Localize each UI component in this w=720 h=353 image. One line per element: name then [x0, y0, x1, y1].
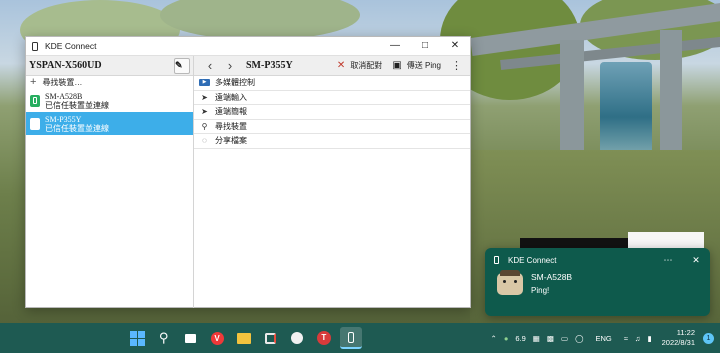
plugin-remote-input[interactable]: ➤ 遠端輸入 [194, 91, 470, 105]
kde-connect-window: KDE Connect — □ ✕ YSPAN-X560UD ✎ + 尋找裝置…… [25, 36, 471, 308]
phone-ping-icon: ▣ [392, 60, 402, 71]
this-device-name: YSPAN-X560UD [29, 60, 102, 71]
more-options-icon[interactable]: ⋯ [654, 255, 682, 266]
device-status: 已信任裝置並連線 [45, 100, 109, 110]
wifi-icon[interactable]: ≈ [624, 334, 628, 343]
language-indicator[interactable]: ENG [595, 334, 611, 343]
t-app-icon: T [316, 331, 331, 345]
plugin-remote-presentation[interactable]: ➤ 遠端簡報 [194, 105, 470, 120]
device-name: SM-P355Y [45, 114, 82, 124]
find-devices-label: 尋找裝置… [42, 78, 83, 87]
device-item-sm-p355y[interactable]: SM-P355Y 已信任裝置並連線 [26, 112, 193, 135]
shield-icon[interactable]: ● [504, 334, 509, 343]
taskbar: ⚲ V T ⌃ ● 6.9 ▦ ▩ ▭ ◯ ENG ≈ ♫ ▮ 11:22 20… [0, 323, 720, 353]
3d-app-taskbar-button[interactable] [286, 327, 308, 349]
clock-date: 2022/8/31 [661, 338, 695, 347]
search-icon: ⚲ [158, 330, 169, 345]
plus-icon: + [30, 76, 37, 88]
maximize-button[interactable]: □ [410, 37, 440, 55]
system-tray: ⌃ ● 6.9 ▦ ▩ ▭ ◯ ENG ≈ ♫ ▮ 11:22 2022/8/3… [484, 323, 714, 353]
clock-time: 11:22 [676, 328, 695, 337]
device-avatar [497, 269, 523, 295]
unplug-icon: ✕ [336, 60, 346, 71]
notification-body: Ping! [531, 286, 550, 295]
device-status: 已信任裝置並連線 [45, 123, 109, 133]
rename-device-button[interactable]: ✎ [174, 57, 190, 74]
plugin-label: 多媒體控制 [215, 78, 255, 88]
device-list-panel: YSPAN-X560UD ✎ + 尋找裝置… SM-A528B 已信任裝置並連線 [26, 56, 194, 308]
close-button[interactable]: ✕ [440, 37, 470, 55]
cube-icon [291, 332, 304, 344]
close-notification-button[interactable]: ✕ [682, 255, 710, 266]
cursor-icon: ➤ [201, 92, 208, 102]
search-button[interactable]: ⚲ [153, 327, 175, 349]
battery-text[interactable]: 6.9 [515, 334, 525, 343]
kde-connect-app-icon [494, 256, 499, 264]
device-item-sm-a528b[interactable]: SM-A528B 已信任裝置並連線 [26, 89, 193, 112]
pencil-icon: ✎ [175, 60, 183, 70]
title-bar[interactable]: KDE Connect — □ ✕ [26, 37, 470, 55]
snipping-icon [264, 332, 276, 344]
media-control-icon: ▶ [199, 79, 210, 87]
unpair-button[interactable]: ✕ 取消配對 [337, 60, 382, 71]
minimize-button[interactable]: — [380, 37, 410, 55]
plugin-label: 尋找裝置 [215, 121, 247, 131]
notification-title: SM-A528B [531, 272, 573, 282]
device-name: SM-A528B [45, 91, 83, 101]
plugin-share-files[interactable]: ◌ 分享檔案 [194, 134, 470, 149]
task-view-button[interactable] [179, 327, 201, 349]
chevron-up-icon[interactable]: ⌃ [491, 334, 497, 343]
more-options-icon[interactable]: ⋮ [451, 59, 462, 72]
plugin-label: 分享檔案 [215, 136, 247, 146]
volume-icon[interactable]: ♫ [635, 334, 641, 343]
kde-connect-taskbar-button[interactable] [339, 327, 362, 349]
send-ping-button[interactable]: ▣ 傳送 Ping [392, 60, 441, 71]
clock[interactable]: 11:22 2022/8/31 [662, 328, 695, 348]
plugin-label: 遠端輸入 [215, 92, 247, 102]
device-detail-panel: ‹ › SM-P355Y ✕ 取消配對 ▣ 傳送 Ping ⋮ ▶ 多媒體控制 … [194, 56, 470, 308]
kde-connect-icon [347, 331, 354, 343]
t-app-taskbar-button[interactable]: T [313, 327, 335, 349]
plugin-media-control[interactable]: ▶ 多媒體控制 [194, 76, 470, 91]
cursor-icon: ➤ [201, 107, 208, 117]
vivaldi-taskbar-button[interactable]: V [206, 327, 228, 349]
find-devices-item[interactable]: + 尋找裝置… [26, 76, 193, 89]
tablet-icon [30, 117, 40, 130]
send-ping-label: 傳送 Ping [406, 61, 441, 70]
ping-notification[interactable]: KDE Connect ⋯ ✕ SM-A528B Ping! [485, 248, 710, 316]
start-button[interactable] [126, 327, 148, 349]
device-title: SM-P355Y [246, 60, 293, 71]
forward-button[interactable]: › [220, 57, 240, 75]
windows-logo-icon [129, 330, 145, 346]
search-icon: ⚲ [201, 121, 208, 131]
kde-tray-icon[interactable]: ▭ [561, 334, 568, 343]
notification-app-name: KDE Connect [508, 255, 557, 265]
snipping-tool-taskbar-button[interactable] [259, 327, 281, 349]
plugin-find-device[interactable]: ⚲ 尋找裝置 [194, 120, 470, 134]
unpair-label: 取消配對 [350, 61, 383, 70]
folder-icon [236, 332, 251, 344]
cpu-icon[interactable]: ▦ [533, 334, 540, 343]
window-title: KDE Connect [45, 41, 97, 51]
share-icon: ◌ [202, 136, 207, 146]
plugin-label: 遠端簡報 [215, 107, 247, 117]
task-view-icon [184, 333, 196, 343]
phone-icon [30, 94, 40, 107]
battery-icon[interactable]: ▮ [647, 334, 651, 343]
kde-connect-app-icon [32, 41, 38, 51]
display-icon[interactable]: ▩ [547, 334, 554, 343]
file-explorer-taskbar-button[interactable] [233, 327, 255, 349]
vivaldi-icon: V [210, 331, 224, 345]
back-button[interactable]: ‹ [200, 57, 220, 75]
sync-icon[interactable]: ◯ [575, 334, 583, 343]
notification-count-badge[interactable]: 1 [703, 332, 714, 344]
